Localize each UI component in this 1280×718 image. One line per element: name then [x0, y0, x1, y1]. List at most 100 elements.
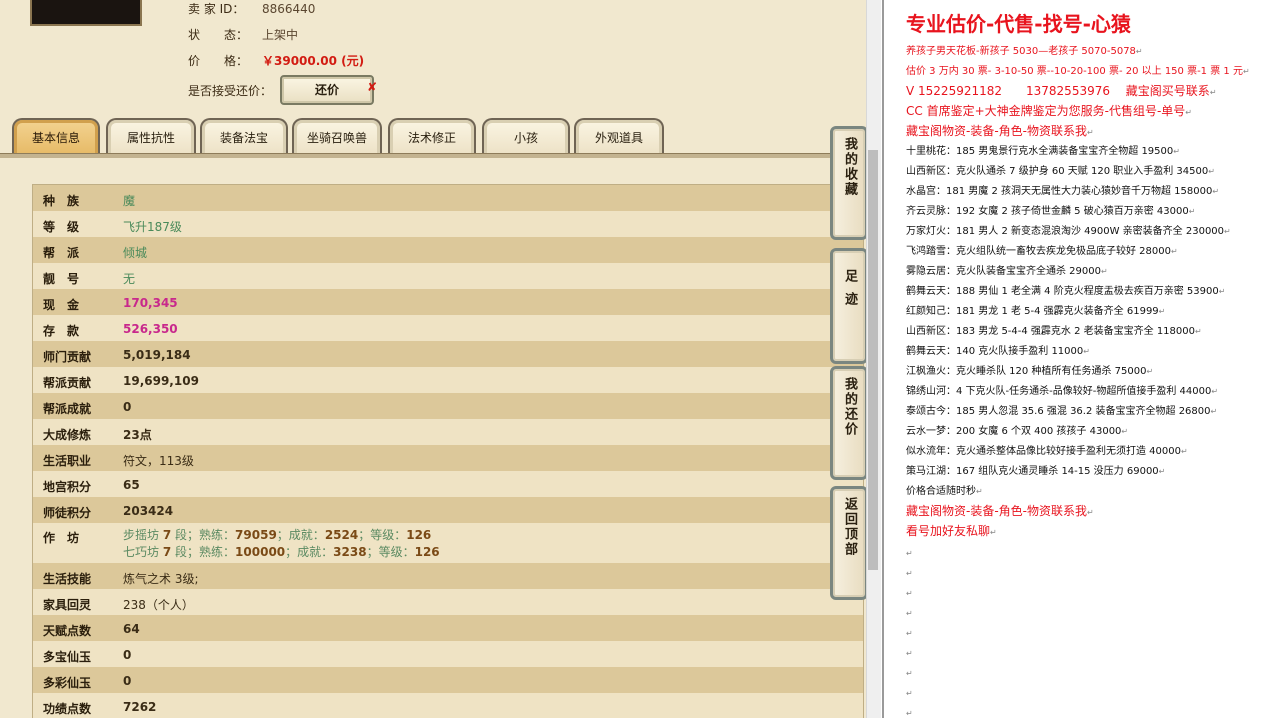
paragraph-mark-icon: ↵: [1171, 247, 1178, 256]
document-pane: 专业估价-代售-找号-心猿 云·趣玩 养孩子男天花板-新孩子 5030—老孩子 …: [882, 0, 1280, 718]
tab-basic-info[interactable]: 基本信息: [12, 118, 100, 156]
attr-value: 炼气之术 3级;: [123, 572, 199, 586]
paragraph-mark-icon: ↵: [906, 589, 913, 598]
workshop-lvl-label: ；等级：: [366, 545, 415, 559]
document-line-text: 养孩子男天花板-新孩子 5030—老孩子 5070-5078: [906, 46, 1136, 57]
empty-paragraph: ↵: [906, 548, 913, 559]
paragraph-mark-icon: ↵: [1135, 47, 1143, 56]
paragraph-mark-icon: ↵: [906, 649, 913, 658]
tab-bar: 基本信息 属性抗性 装备法宝 坐骑召唤兽 法术修正 小孩 外观道具: [8, 118, 866, 158]
document-line: 鹤舞云天：140 克火队接手盈利 11000↵: [906, 342, 1090, 357]
paragraph-mark-icon: ↵: [1224, 227, 1231, 236]
attr-value: 64: [123, 622, 140, 636]
my-offers-button[interactable]: 我的还价: [830, 366, 866, 480]
attr-value: 7262: [123, 700, 157, 714]
tab-spell-correction[interactable]: 法术修正: [388, 118, 476, 156]
attr-value: 符文，113级: [123, 454, 194, 468]
tab-underline: [0, 153, 866, 158]
empty-paragraph: ↵: [906, 568, 913, 579]
paragraph-mark-icon: ↵: [1242, 67, 1250, 76]
empty-paragraph: ↵: [906, 708, 913, 718]
workshop-ach-label: ；成就：: [276, 528, 325, 542]
table-row: 存 款 526,350: [33, 315, 863, 341]
document-line: 泰颂古今：185 男人忽混 35.6 强混 36.2 装备宝宝齐全物超 2680…: [906, 402, 1217, 417]
paragraph-mark-icon: ↵: [1158, 307, 1166, 316]
empty-paragraph: ↵: [906, 648, 913, 659]
table-row: 帮派成就 0: [33, 393, 863, 419]
workshop-skill: 79059: [235, 528, 277, 542]
workshop-name: 步摇坊: [123, 528, 160, 542]
attr-key: 师门贡献: [43, 350, 92, 364]
attr-key: 多宝仙玉: [43, 650, 92, 664]
document-line-text: 看号加好友私聊: [906, 524, 991, 538]
seller-id-row: 卖 家 ID： 8866440: [188, 0, 315, 17]
table-row: 种 族魔: [33, 185, 863, 211]
tab-appearance[interactable]: 外观道具: [574, 118, 664, 156]
paragraph-mark-icon: ↵: [906, 689, 913, 698]
document-line-text: 十里桃花：185 男鬼景行克水全满装备宝宝齐全物超 19500: [906, 146, 1174, 157]
table-row: 多彩仙玉 0: [33, 667, 863, 693]
document-line-text: 藏宝阁物资-装备-角色-物资联系我: [906, 504, 1087, 518]
attr-value: 23点: [123, 428, 152, 442]
workshop-lvl: 126: [414, 545, 440, 559]
attr-value: 0: [123, 674, 132, 688]
back-to-top-button[interactable]: 返回顶部: [830, 486, 866, 600]
document-line-text: 鹤舞云天：188 男仙 1 老全满 4 阶克火程度盂极去疾百万亲密 53900: [906, 286, 1219, 297]
paragraph-mark-icon: ↵: [1087, 128, 1094, 137]
counter-offer-button[interactable]: 还价: [280, 75, 374, 105]
history-button[interactable]: 足迹: [830, 248, 866, 364]
document-line-text: 万家灯火：181 男人 2 新变态混浪淘沙 4900W 亲密装备齐全 23000…: [906, 226, 1225, 237]
attr-value: 19,699,109: [123, 374, 199, 388]
attr-key: 现 金: [43, 298, 80, 312]
tab-equipment[interactable]: 装备法宝: [200, 118, 288, 156]
document-line: 十里桃花：185 男鬼景行克水全满装备宝宝齐全物超 19500↵: [906, 142, 1180, 157]
attr-key: 种 族: [43, 194, 80, 208]
document-line: 藏宝阁物资-装备-角色-物资联系我↵: [906, 122, 1094, 139]
workshop-ach: 3238: [333, 545, 367, 559]
document-line-text: 价格合适随时秒: [906, 486, 976, 497]
scrollbar-thumb[interactable]: [868, 150, 878, 570]
attr-value: 无: [123, 272, 136, 286]
paragraph-mark-icon: ↵: [1211, 387, 1219, 396]
table-row: 师门贡献 5,019,184: [33, 341, 863, 367]
counter-offer-label: 是否接受还价：: [188, 84, 273, 98]
attr-key: 师徒积分: [43, 506, 92, 520]
workshop-ach: 2524: [324, 528, 359, 542]
document-line-text: 山西新区：克火队通杀 7 级护身 60 天赋 120 职业入手盈利 34500: [906, 166, 1209, 177]
tab-children[interactable]: 小孩: [482, 118, 570, 156]
document-line-text: 策马江湖：167 组队克火通灵睡杀 14-15 没压力 69000: [906, 466, 1159, 477]
seller-id-label: 卖 家 ID：: [188, 2, 245, 16]
document-line: 锦绣山河：4 下克火队-任务通杀-品像较好-物超所值接手盈利 44000↵: [906, 382, 1218, 397]
my-favorites-button[interactable]: 我的收藏: [830, 126, 866, 240]
attr-key: 靓 号: [43, 272, 80, 286]
table-row: 多宝仙玉 0: [33, 641, 863, 667]
paragraph-mark-icon: ↵: [1173, 147, 1180, 156]
workshop-lvl: 126: [406, 528, 432, 542]
document-line: 云水一梦：200 女魔 6 个双 400 孩孩子 43000↵: [906, 422, 1128, 437]
table-row: 等 级 飞升187级: [33, 211, 863, 237]
tab-attributes[interactable]: 属性抗性: [106, 118, 196, 156]
table-row: 师徒积分 203424: [33, 497, 863, 523]
price-value: ￥39000.00 (元): [262, 54, 365, 68]
document-line: 看号加好友私聊↵: [906, 522, 997, 539]
document-line-text: 云水一梦：200 女魔 6 个双 400 孩孩子 43000: [906, 426, 1122, 437]
attr-value: 0: [123, 400, 132, 414]
document-line: 齐云灵脉：192 女魔 2 孩子倚世金麟 5 破心猿百万亲密 43000↵: [906, 202, 1195, 217]
attr-value: 526,350: [123, 322, 178, 336]
tab-mounts-pets[interactable]: 坐骑召唤兽: [292, 118, 382, 156]
document-line-text: 似水流年：克火通杀整体品像比较好接手盈利无须打造 40000: [906, 446, 1181, 457]
paragraph-mark-icon: ↵: [1158, 467, 1166, 476]
document-line: 万家灯火：181 男人 2 新变态混浪淘沙 4900W 亲密装备齐全 23000…: [906, 222, 1231, 237]
paragraph-mark-icon: ↵: [906, 609, 913, 618]
attr-value: 飞升187级: [123, 220, 182, 234]
document-line-text: 估价 3 万内 30 票- 3-10-50 票--10-20-100 票- 20…: [906, 66, 1243, 77]
attr-key: 帮 派: [43, 246, 80, 260]
table-row: 帮派贡献 19,699,109: [33, 367, 863, 393]
workshop-line-2: 七巧坊 7 段；熟练：100000；成就：3238；等级：126: [123, 543, 440, 560]
document-line: 雾隐云居：克火队装备宝宝齐全通杀 29000↵: [906, 262, 1108, 277]
status-value: 上架中: [262, 28, 299, 42]
game-trade-panel: 卖 家 ID： 8866440 状 态： 上架中 价 格： ￥39000.00 (元)…: [0, 0, 866, 718]
document-line: 藏宝阁物资-装备-角色-物资联系我↵: [906, 502, 1094, 519]
paragraph-mark-icon: ↵: [1210, 407, 1218, 416]
empty-paragraph: ↵: [906, 628, 913, 639]
